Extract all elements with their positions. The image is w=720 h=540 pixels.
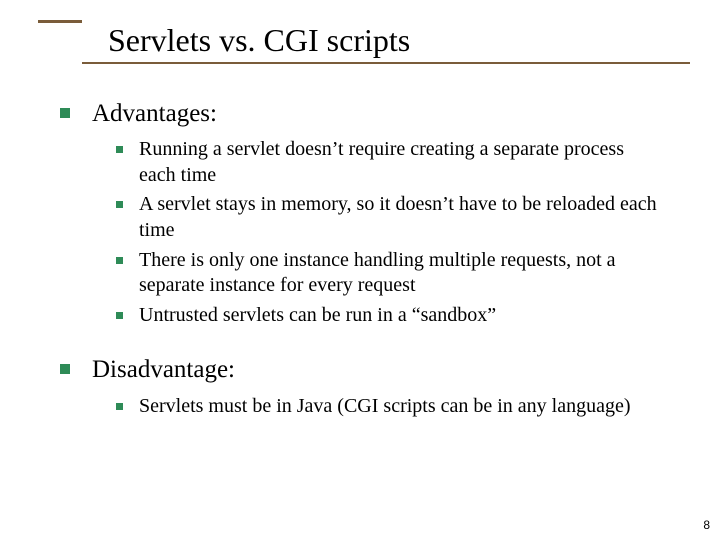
list-item: A servlet stays in memory, so it doesn’t… bbox=[116, 192, 660, 243]
square-bullet-icon bbox=[60, 364, 70, 374]
title-area: Servlets vs. CGI scripts bbox=[38, 20, 690, 64]
list-item-text: A servlet stays in memory, so it doesn’t… bbox=[139, 192, 660, 243]
slide: Servlets vs. CGI scripts Advantages: Run… bbox=[0, 0, 720, 540]
section-heading: Advantages: bbox=[60, 98, 660, 129]
list-item: Untrusted servlets can be run in a “sand… bbox=[116, 303, 660, 329]
section-heading-text: Disadvantage: bbox=[92, 354, 235, 385]
list-item-text: Servlets must be in Java (CGI scripts ca… bbox=[139, 394, 631, 420]
list-item-text: Running a servlet doesn’t require creati… bbox=[139, 137, 660, 188]
bullet-list: Running a servlet doesn’t require creati… bbox=[116, 137, 660, 328]
square-bullet-icon bbox=[116, 257, 123, 264]
list-item: Servlets must be in Java (CGI scripts ca… bbox=[116, 394, 660, 420]
list-item: Running a servlet doesn’t require creati… bbox=[116, 137, 660, 188]
square-bullet-icon bbox=[60, 108, 70, 118]
section-heading: Disadvantage: bbox=[60, 354, 660, 385]
square-bullet-icon bbox=[116, 201, 123, 208]
list-item: There is only one instance handling mult… bbox=[116, 248, 660, 299]
page-number: 8 bbox=[703, 518, 710, 532]
square-bullet-icon bbox=[116, 146, 123, 153]
bullet-list: Servlets must be in Java (CGI scripts ca… bbox=[116, 394, 660, 420]
square-bullet-icon bbox=[116, 312, 123, 319]
slide-body: Advantages: Running a servlet doesn’t re… bbox=[60, 86, 660, 423]
title-underline: Servlets vs. CGI scripts bbox=[82, 21, 690, 64]
slide-title: Servlets vs. CGI scripts bbox=[82, 21, 690, 58]
list-item-text: Untrusted servlets can be run in a “sand… bbox=[139, 303, 496, 329]
square-bullet-icon bbox=[116, 403, 123, 410]
list-item-text: There is only one instance handling mult… bbox=[139, 248, 660, 299]
title-accent-bar bbox=[38, 20, 82, 23]
section-heading-text: Advantages: bbox=[92, 98, 217, 129]
